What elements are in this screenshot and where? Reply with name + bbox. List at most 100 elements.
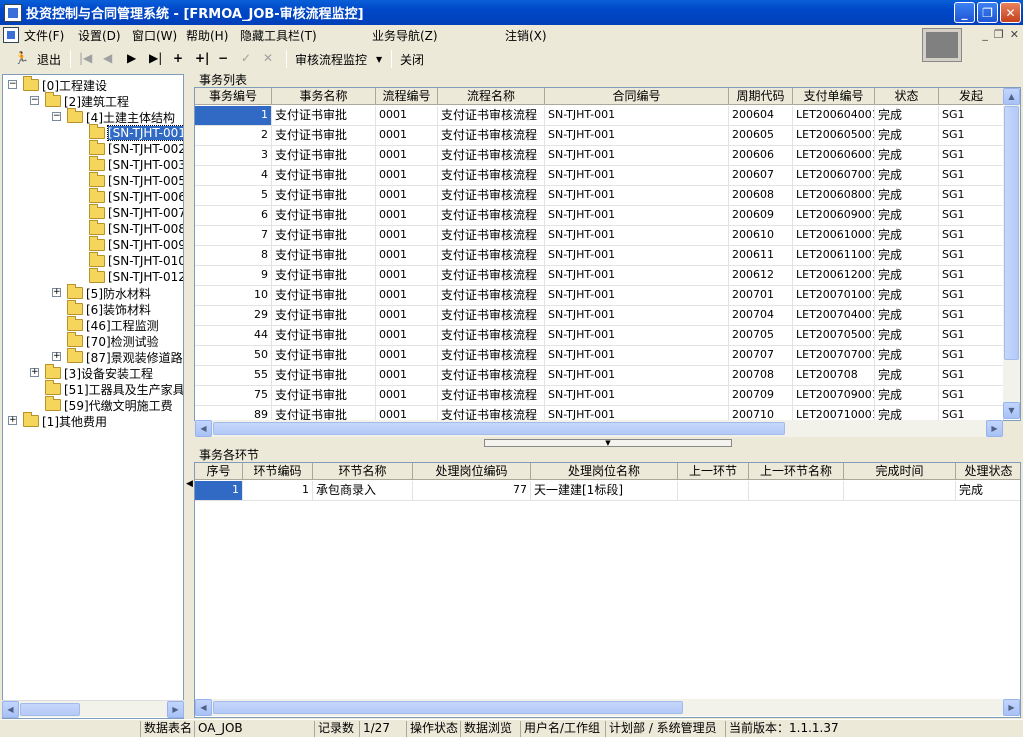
- transaction-cell[interactable]: 200707: [729, 346, 793, 366]
- collapse-icon[interactable]: −: [8, 80, 17, 89]
- transaction-cell[interactable]: 支付证书审核流程: [438, 406, 545, 420]
- transaction-cell[interactable]: 支付证书审核流程: [438, 166, 545, 186]
- first-record-button[interactable]: |◀: [79, 51, 92, 65]
- step-cell[interactable]: 完成: [956, 481, 1020, 501]
- insert-button[interactable]: +|: [195, 51, 209, 65]
- step-cell[interactable]: 天一建建[1标段]: [531, 481, 678, 501]
- menu-help[interactable]: 帮助(H): [186, 27, 228, 44]
- transaction-cell[interactable]: 完成: [875, 406, 939, 420]
- step-cell[interactable]: [678, 481, 749, 501]
- transaction-cell[interactable]: LET200612001: [793, 266, 875, 286]
- step-column-header[interactable]: 完成时间: [844, 463, 956, 480]
- transaction-cell[interactable]: 200611: [729, 246, 793, 266]
- transaction-cell[interactable]: 2: [195, 126, 272, 146]
- scroll-left-icon[interactable]: ◀: [2, 701, 19, 718]
- confirm-button[interactable]: ✓: [241, 51, 251, 65]
- transaction-cell[interactable]: 支付证书审核流程: [438, 126, 545, 146]
- transaction-cell[interactable]: 支付证书审核流程: [438, 226, 545, 246]
- transaction-column-header[interactable]: 周期代码: [729, 88, 793, 105]
- transaction-cell[interactable]: 支付证书审核流程: [438, 246, 545, 266]
- tree-node[interactable]: [SN-TJHT-007: [89, 204, 183, 221]
- step-column-header[interactable]: 处理状态: [956, 463, 1020, 480]
- last-record-button[interactable]: ▶|: [149, 51, 162, 65]
- step-cell[interactable]: 1: [243, 481, 313, 501]
- transaction-cell[interactable]: 完成: [875, 286, 939, 306]
- step-cell[interactable]: 1: [195, 481, 243, 501]
- step-cell[interactable]: [749, 481, 844, 501]
- tree-node[interactable]: [SN-TJHT-012: [89, 268, 183, 285]
- transaction-cell[interactable]: 8: [195, 246, 272, 266]
- tree-node[interactable]: [SN-TJHT-005: [89, 172, 183, 189]
- delete-button[interactable]: −: [218, 51, 228, 65]
- transaction-cell[interactable]: 200705: [729, 326, 793, 346]
- tree-node[interactable]: [SN-TJHT-010: [89, 252, 183, 269]
- transaction-cell[interactable]: 7: [195, 226, 272, 246]
- transaction-cell[interactable]: LET200610001: [793, 226, 875, 246]
- transaction-cell[interactable]: 200607: [729, 166, 793, 186]
- menu-hide-toolbar[interactable]: 隐藏工具栏(T): [240, 27, 317, 44]
- collapse-icon[interactable]: −: [30, 96, 39, 105]
- transaction-cell[interactable]: 支付证书审批: [272, 186, 376, 206]
- step-cell[interactable]: 77: [413, 481, 531, 501]
- transaction-cell[interactable]: SG1: [939, 386, 1004, 406]
- transaction-list-grid[interactable]: 事务编号 事务名称 流程编号 流程名称 合同编号 周期代码 支付单编号 状态 发起 1 支付证书审批…: [194, 87, 1021, 421]
- transaction-cell[interactable]: SG1: [939, 246, 1004, 266]
- scroll-right-icon[interactable]: ▶: [1003, 699, 1020, 716]
- transaction-cell[interactable]: 5: [195, 186, 272, 206]
- close-window-button[interactable]: ✕: [1000, 2, 1021, 23]
- transaction-cell[interactable]: SG1: [939, 366, 1004, 386]
- category-tree[interactable]: − [0]工程建设 − [2]建筑工程 − [4]土建主体结构 [SN-TJHT-001 [S…: [2, 74, 184, 719]
- transaction-cell[interactable]: SG1: [939, 306, 1004, 326]
- transaction-cell[interactable]: 0001: [376, 366, 438, 386]
- transaction-cell[interactable]: 200609: [729, 206, 793, 226]
- transaction-cell[interactable]: 0001: [376, 126, 438, 146]
- module-dropdown[interactable]: 审核流程监控: [295, 51, 367, 68]
- upper-vertical-scrollbar[interactable]: ▲ ▼: [1003, 88, 1020, 419]
- collapse-left-icon[interactable]: ◀: [186, 479, 193, 489]
- transaction-cell[interactable]: 29: [195, 306, 272, 326]
- transaction-cell[interactable]: SG1: [939, 266, 1004, 286]
- scroll-thumb[interactable]: [213, 701, 683, 714]
- transaction-cell[interactable]: 完成: [875, 146, 939, 166]
- tree-node[interactable]: − [2]建筑工程: [30, 92, 129, 109]
- transaction-cell[interactable]: 支付证书审核流程: [438, 366, 545, 386]
- step-cell[interactable]: 承包商录入: [313, 481, 413, 501]
- transaction-cell[interactable]: 1: [195, 106, 272, 126]
- transaction-cell[interactable]: SG1: [939, 326, 1004, 346]
- transaction-cell[interactable]: 支付证书审核流程: [438, 326, 545, 346]
- step-column-header[interactable]: 环节编码: [243, 463, 313, 480]
- transaction-cell[interactable]: SN-TJHT-001: [545, 186, 729, 206]
- transaction-cell[interactable]: LET200708: [793, 366, 875, 386]
- transaction-cell[interactable]: SG1: [939, 186, 1004, 206]
- transaction-cell[interactable]: 完成: [875, 126, 939, 146]
- transaction-cell[interactable]: 200701: [729, 286, 793, 306]
- step-column-header[interactable]: 处理岗位编码: [413, 463, 531, 480]
- expand-icon[interactable]: +: [52, 288, 61, 297]
- transaction-cell[interactable]: SN-TJHT-001: [545, 346, 729, 366]
- tree-node[interactable]: [SN-TJHT-003: [89, 156, 183, 173]
- transaction-cell[interactable]: SN-TJHT-001: [545, 126, 729, 146]
- expand-icon[interactable]: +: [8, 416, 17, 425]
- tree-node[interactable]: + [3]设备安装工程: [30, 364, 153, 381]
- transaction-cell[interactable]: 支付证书审核流程: [438, 266, 545, 286]
- transaction-cell[interactable]: 0001: [376, 206, 438, 226]
- transaction-cell[interactable]: LET200607001: [793, 166, 875, 186]
- scroll-left-icon[interactable]: ◀: [195, 699, 212, 716]
- transaction-cell[interactable]: 0001: [376, 106, 438, 126]
- transaction-cell[interactable]: 完成: [875, 386, 939, 406]
- transaction-cell[interactable]: 支付证书审批: [272, 346, 376, 366]
- transaction-cell[interactable]: LET200606001: [793, 146, 875, 166]
- transaction-cell[interactable]: 完成: [875, 346, 939, 366]
- transaction-cell[interactable]: SN-TJHT-001: [545, 386, 729, 406]
- transaction-cell[interactable]: 0001: [376, 306, 438, 326]
- tree-node[interactable]: [SN-TJHT-001: [89, 124, 183, 141]
- transaction-cell[interactable]: 200606: [729, 146, 793, 166]
- transaction-cell[interactable]: SG1: [939, 126, 1004, 146]
- transaction-column-header[interactable]: 事务名称: [272, 88, 376, 105]
- transaction-cell[interactable]: 支付证书审核流程: [438, 186, 545, 206]
- transaction-cell[interactable]: LET200604001: [793, 106, 875, 126]
- transaction-cell[interactable]: SG1: [939, 286, 1004, 306]
- transaction-cell[interactable]: 支付证书审核流程: [438, 346, 545, 366]
- transaction-cell[interactable]: 支付证书审核流程: [438, 386, 545, 406]
- transaction-cell[interactable]: 完成: [875, 366, 939, 386]
